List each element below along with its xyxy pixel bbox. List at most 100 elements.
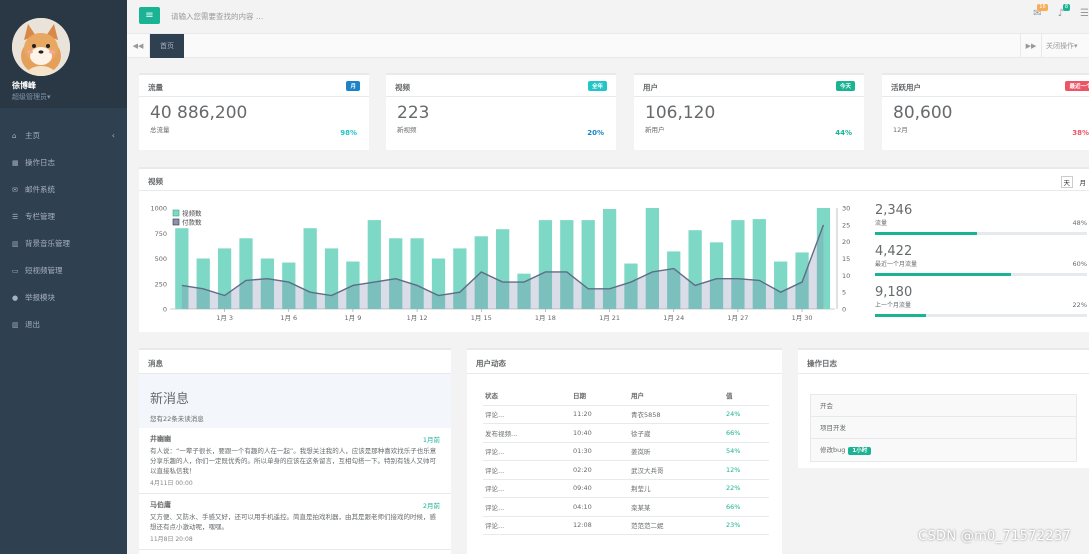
list-menu-icon[interactable]: ☰ [1080,8,1089,19]
table-row[interactable]: 评论... 09:40 荆莹儿 22% [483,479,769,498]
x-tick-label: 1月 3 [216,314,233,322]
side-stat: 4,422 最近一个月流量 60% [875,244,1089,285]
side-stat: 9,180 上一个月流量 22% [875,285,1089,326]
bell-icon[interactable]: ♪ 8 [1058,4,1071,19]
stat-value: 40 886,200 [150,103,248,123]
sidebar-item-7[interactable]: ▥ 退出 [0,311,127,338]
stat-percent: 38% [1072,129,1089,137]
table-row[interactable]: 评论... 11:20 青衣5858 24% [483,405,769,424]
table-row[interactable]: 发布视频... 10:40 徐子崴 66% [483,423,769,443]
stat-title: 视频 [395,83,410,92]
bar-chart-icon: ▥ [12,239,19,248]
x-tick-label: 1月 6 [280,314,297,322]
side-stat-percent: 22% [1072,301,1087,309]
side-stat: 2,346 流量 48% [875,203,1089,244]
oplog-text: 修改bug [820,446,846,454]
oplog-time-badge: 1小时 [848,447,872,455]
table-cell: 01:30 [571,442,629,461]
table-row[interactable]: 评论... 04:10 栾某某 66% [483,497,769,517]
profile-role[interactable]: 超级管理员▾ [12,92,127,102]
table-cell: 徐子崴 [629,423,724,443]
table-cell: 范范范二妮 [629,516,724,535]
tab-scroll-right-button[interactable]: ▶▶ [1020,34,1042,58]
table-row[interactable]: 评论... 01:30 姜岚昕 54% [483,442,769,461]
table-cell: 66% [724,497,769,517]
list-icon: ☰ [12,212,19,221]
messages-panel: 消息 新消息 您有22条未读消息 井幽幽 1月前 有人说：“一辈子很长，要跟一个有趣… [139,348,451,554]
side-stat-percent: 60% [1072,260,1087,268]
message-item[interactable]: 马伯庸 2月前 又方便、又防水、手感又好，还可以用手机遥控。简直是拍戏利器，由其是跟… [139,494,451,550]
sidebar-item-2[interactable]: ✉ 邮件系统 [0,176,127,203]
sidebar-item-3[interactable]: ☰ 专栏管理 [0,203,127,230]
side-stat-progress-fill [875,232,977,235]
stat-percent: 44% [835,129,852,137]
column-header: 状态 [483,385,571,406]
column-header: 用户 [629,385,724,406]
envelope-icon: ✉ [12,185,18,194]
table-cell: 12% [724,460,769,480]
stat-value: 223 [397,103,430,123]
video-chart-panel: 视频 天 月 0 250 500 750 1000 0 5 10 15 20 25 30 1月 3 1月 … [139,167,1089,332]
avatar[interactable] [12,18,70,76]
sidebar-item-5[interactable]: ▭ 短视频管理 [0,257,127,284]
stat-card: 用户 今天 106,120 新用户 44% [634,73,864,150]
legend-swatch [172,209,180,217]
tab-home[interactable]: 首页 [150,34,184,58]
x-tick-label: 1月 30 [792,314,813,322]
table-cell: 评论... [483,479,571,498]
home-icon: ⌂ [12,131,17,140]
sidebar-item-0[interactable]: ⌂ 主页 ‹ [0,122,127,149]
seg-day-button[interactable]: 天 [1060,176,1073,188]
right-y-tick-label: 30 [842,205,850,213]
oplog-item[interactable]: 开会 [811,395,1076,417]
table-cell: 武汉大兵哥 [629,460,724,480]
sidebar-item-1[interactable]: ▦ 操作日志 [0,149,127,176]
legend-swatch [172,218,180,226]
sidebar-item-4[interactable]: ▥ 背景音乐管理 [0,230,127,257]
message-author: 井幽幽 [150,435,171,443]
side-stat-progress [875,314,1087,317]
side-stat-value: 9,180 [875,285,913,300]
video-chart: 0 250 500 750 1000 0 5 10 15 20 25 30 1月 3 1月 6 1月 9 1月… [150,205,850,323]
stat-period-badge: 月 [346,81,360,91]
message-item[interactable]: 井幽幽 1月前 有人说：“一辈子很长，要跟一个有趣的人在一起”。我想关注我的人，应该… [139,428,451,494]
messages-title: 消息 [139,350,451,374]
side-stats: 2,346 流量 48% 4,422 最近一个月流量 60% 9,180 上一个月流量 22% [875,203,1089,326]
message-text: 又方便、又防水、手感又好，还可以用手机遥控。简直是拍戏利器，由其是跟老师们接戏的… [150,513,436,531]
right-y-tick-label: 0 [842,306,846,314]
table-cell: 66% [724,423,769,443]
table-cell: 04:10 [571,497,629,517]
seg-month-button[interactable]: 月 [1076,176,1089,188]
activity-table: 状态 日期 用户值 评论... 11:20 青衣5858 24% 发布视频... 10:40 徐… [483,385,769,535]
x-tick-label: 1月 18 [535,314,556,322]
table-cell: 评论... [483,497,571,517]
oplog-text: 项目开发 [820,424,846,432]
close-tabs-dropdown[interactable]: 关闭操作▾ [1043,34,1089,58]
sidebar-item-label: 邮件系统 [25,185,55,194]
x-tick-label: 1月 21 [599,314,620,322]
message-text: 有人说：“一辈子很长，要跟一个有趣的人在一起”。我想关注我的人，应该是那种喜欢找… [150,447,437,475]
top-header: ≡ 请输入您需要查找的内容 … ✉ 16 ♪ 8 ☰ [127,0,1089,34]
table-row[interactable]: 评论... 02:20 武汉大兵哥 12% [483,460,769,480]
stat-card: 流量 月 40 886,200 总流量 98% [139,73,369,150]
side-stat-value: 2,346 [875,203,913,218]
legend-label: 视频数 [182,209,202,218]
stat-percent: 98% [340,129,357,137]
oplog-item[interactable]: 修改bug 1小时 [811,439,1076,461]
watermark: CSDN @m0_71572237 [918,529,1071,544]
search-input[interactable]: 请输入您需要查找的内容 … [171,11,263,22]
tab-bar: ◀◀ 首页 ▶▶ 关闭操作▾ [127,34,1089,58]
sidebar: 徐博峰 超级管理员▾ ⌂ 主页 ‹ ▦ 操作日志 ✉ 邮件系统 ☰ 专栏管理 ▥ 背景音乐管理 ▭ 短视… [0,0,127,554]
table-cell: 姜岚昕 [629,442,724,461]
oplog-text: 开会 [820,402,833,410]
menu-toggle-button[interactable]: ≡ [139,7,160,24]
table-cell: 栾某某 [629,497,724,517]
right-y-tick-label: 20 [842,238,850,246]
side-stat-progress [875,273,1087,276]
envelope-icon[interactable]: ✉ 16 [1033,4,1048,19]
tab-scroll-left-button[interactable]: ◀◀ [127,34,150,58]
oplog-item[interactable]: 项目开发 [811,417,1076,439]
table-row[interactable]: 评论... 12:08 范范范二妮 23% [483,516,769,535]
sidebar-item-6[interactable]: ● 举报模块 [0,284,127,311]
exit-icon: ▥ [12,320,19,329]
